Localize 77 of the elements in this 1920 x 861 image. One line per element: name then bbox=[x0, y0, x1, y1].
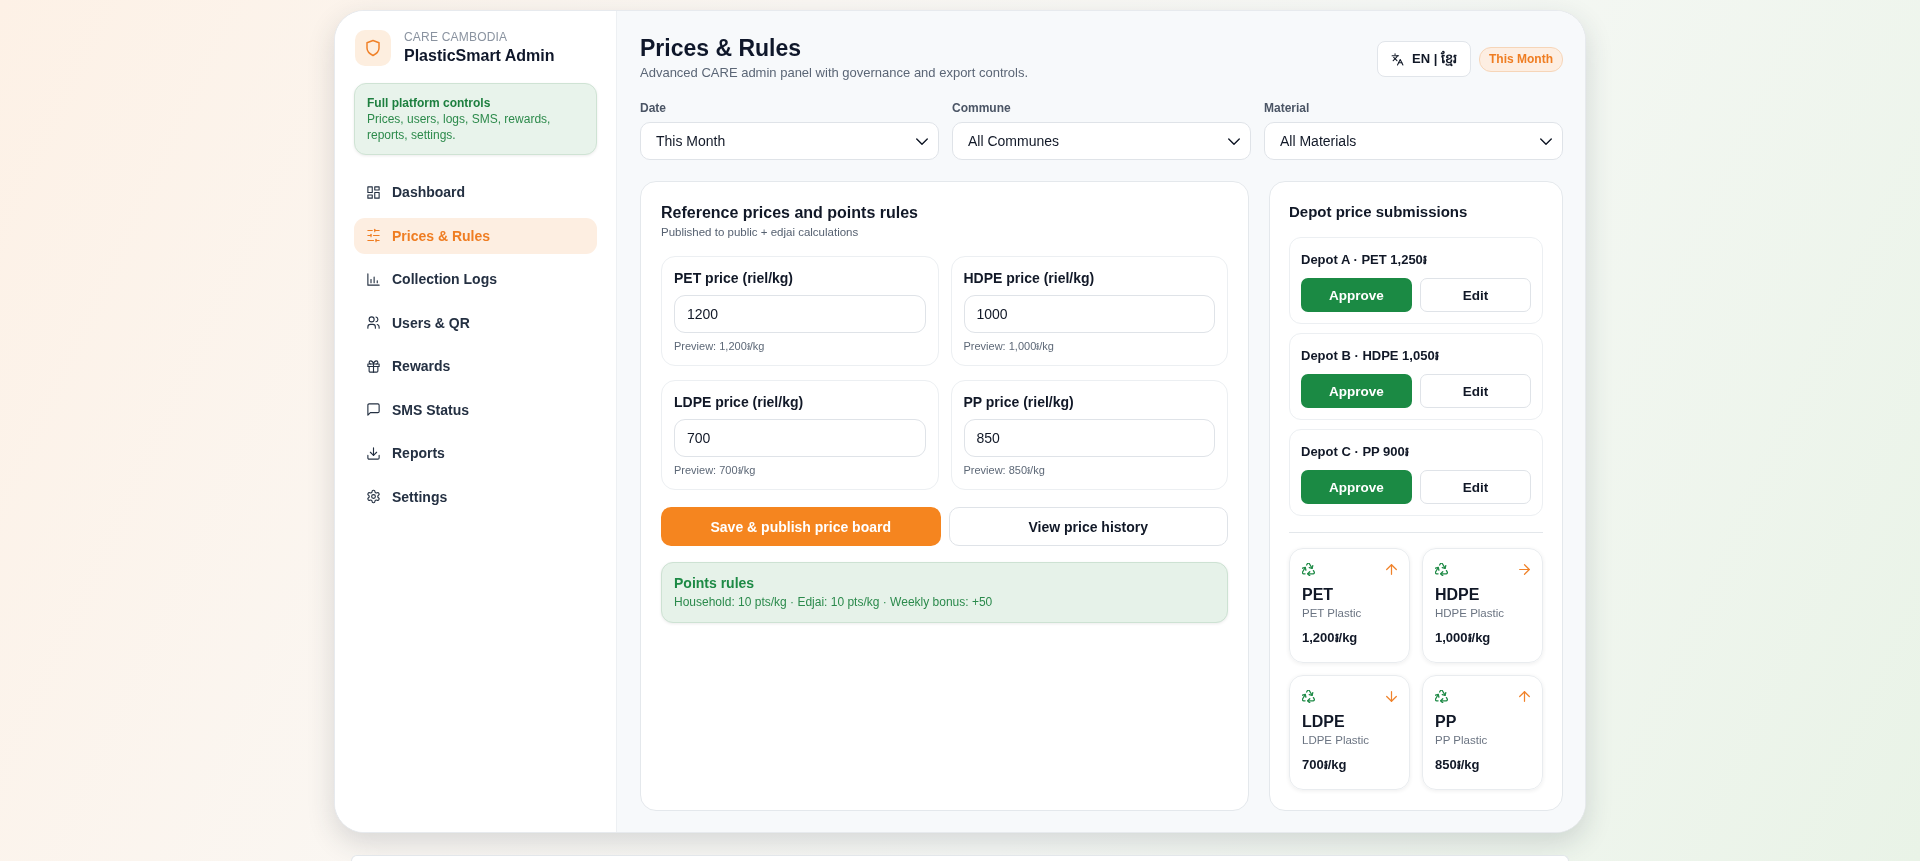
points-rules-title: Points rules bbox=[674, 574, 756, 592]
organization-name: CARE CAMBODIA bbox=[404, 30, 509, 45]
sidebar-item[interactable]: Collection Logs bbox=[354, 261, 597, 297]
filter-label: Commune bbox=[952, 100, 1012, 116]
card-subtitle: Published to public + edjai calculations bbox=[661, 225, 860, 240]
sidebar-item[interactable]: Settings bbox=[354, 478, 597, 515]
material-price: 1,200៛/kg bbox=[1302, 629, 1359, 646]
chat-bubble-icon bbox=[366, 402, 381, 417]
filter-label: Date bbox=[640, 100, 667, 116]
points-rules-text: Household: 10 pts/kg · Edjai: 10 pts/kg · Weekly bonus: +50 bbox=[674, 594, 994, 610]
submission-label: Depot C · PP 900៛ bbox=[1301, 444, 1410, 460]
price-input[interactable]: 700 bbox=[674, 419, 926, 457]
filter-dropdown[interactable]: This Month bbox=[640, 122, 939, 160]
edit-button[interactable]: Edit bbox=[1420, 374, 1531, 408]
notice-text: Prices, users, logs, SMS, rewards, reports, settings. bbox=[367, 111, 552, 143]
period-badge: This Month bbox=[1479, 46, 1563, 72]
chevron-down-icon bbox=[916, 137, 928, 145]
price-label: PET price (riel/kg) bbox=[674, 269, 795, 287]
material-price: 1,000៛/kg bbox=[1435, 629, 1492, 646]
sidebar-item[interactable]: Rewards bbox=[354, 348, 597, 384]
grid-icon bbox=[366, 184, 381, 200]
material-name: HDPE Plastic bbox=[1435, 606, 1506, 621]
settings-icon bbox=[366, 489, 381, 504]
sidebar-item[interactable]: Users & QR bbox=[354, 304, 597, 341]
recycle-icon bbox=[1302, 562, 1315, 576]
price-label: HDPE price (riel/kg) bbox=[963, 269, 1096, 287]
submission-label: Depot B · HDPE 1,050៛ bbox=[1301, 348, 1440, 364]
price-input[interactable]: 1000 bbox=[963, 295, 1215, 333]
filter-label: Material bbox=[1264, 100, 1311, 116]
price-preview: Preview: 1,200៛/kg bbox=[674, 339, 766, 353]
approve-button[interactable]: Approve bbox=[1301, 278, 1412, 312]
material-price: 700៛/kg bbox=[1302, 756, 1348, 773]
recycle-icon bbox=[1302, 689, 1315, 703]
card-title: Depot price submissions bbox=[1289, 202, 1469, 222]
card-title: Reference prices and points rules bbox=[661, 203, 919, 223]
filter-dropdown[interactable]: All Communes bbox=[952, 122, 1251, 160]
history-button[interactable]: View price history bbox=[948, 507, 1228, 546]
chevron-down-icon bbox=[1540, 137, 1552, 145]
recycle-icon bbox=[1435, 689, 1448, 703]
price-preview: Preview: 1,000៛/kg bbox=[963, 339, 1055, 353]
app-name: PlasticSmart Admin bbox=[404, 46, 555, 66]
approve-button[interactable]: Approve bbox=[1301, 470, 1412, 504]
price-preview: Preview: 700៛/kg bbox=[674, 463, 757, 477]
material-price: 850៛/kg bbox=[1435, 756, 1481, 773]
bar-chart-icon bbox=[366, 271, 381, 287]
gift-icon bbox=[366, 358, 381, 374]
price-label: LDPE price (riel/kg) bbox=[674, 393, 805, 411]
material-code: PP bbox=[1435, 712, 1458, 732]
price-preview: Preview: 850៛/kg bbox=[963, 463, 1046, 477]
material-name: PET Plastic bbox=[1302, 606, 1363, 621]
users-icon bbox=[366, 315, 381, 330]
material-code: LDPE bbox=[1302, 712, 1346, 732]
edit-button[interactable]: Edit bbox=[1420, 470, 1531, 504]
page-subtitle: Advanced CARE admin panel with governance and export controls. bbox=[640, 64, 1029, 82]
notice-title: Full platform controls bbox=[367, 95, 492, 111]
sliders-icon bbox=[366, 228, 381, 243]
material-code: HDPE bbox=[1435, 585, 1481, 605]
translate-icon bbox=[1391, 52, 1405, 66]
price-input[interactable]: 1200 bbox=[674, 295, 926, 333]
download-icon bbox=[366, 445, 381, 461]
price-label: PP price (riel/kg) bbox=[963, 393, 1075, 411]
sidebar-item[interactable]: Dashboard bbox=[354, 174, 597, 210]
chevron-down-icon bbox=[1228, 137, 1240, 145]
approve-button[interactable]: Approve bbox=[1301, 374, 1412, 408]
recycle-icon bbox=[1435, 562, 1448, 576]
sidebar-item[interactable]: Reports bbox=[354, 435, 597, 471]
price-input[interactable]: 850 bbox=[963, 419, 1215, 457]
material-name: PP Plastic bbox=[1435, 733, 1489, 748]
material-name: LDPE Plastic bbox=[1302, 733, 1371, 748]
filter-dropdown[interactable]: All Materials bbox=[1264, 122, 1563, 160]
submission-label: Depot A · PET 1,250៛ bbox=[1301, 252, 1428, 268]
page-title: Prices & Rules bbox=[640, 34, 803, 63]
material-code: PET bbox=[1302, 585, 1335, 605]
shield-icon bbox=[355, 30, 391, 66]
edit-button[interactable]: Edit bbox=[1420, 278, 1531, 312]
language-button[interactable]: EN | ខ្មែរ bbox=[1377, 41, 1471, 77]
sidebar-item[interactable]: SMS Status bbox=[354, 391, 597, 428]
